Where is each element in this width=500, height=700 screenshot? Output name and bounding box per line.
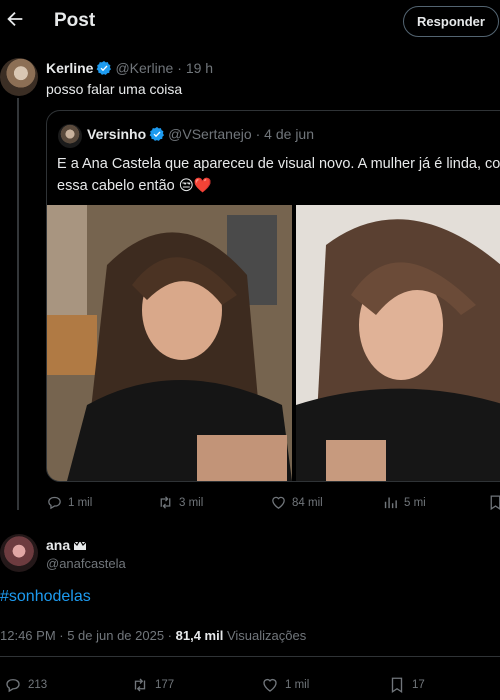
main-post-user-line: ana (46, 537, 87, 553)
reply-post-user-line: Kerline @Kerline · 19 h (46, 60, 213, 76)
quoted-post-time: · 4 de jun (255, 126, 314, 142)
repost-icon (160, 496, 171, 509)
main-repost-action[interactable]: 177 (131, 676, 174, 694)
analytics-icon (384, 497, 397, 509)
quoted-repost-action[interactable]: 3 mil (157, 494, 203, 511)
quoted-post-text-line2: essa cabelo então (57, 178, 175, 194)
reply-button[interactable]: Responder (403, 6, 499, 37)
reply-icon (6, 679, 20, 693)
photo-2-illustration (296, 205, 500, 481)
quoted-bookmark-action[interactable] (487, 494, 500, 511)
reply-icon (48, 496, 61, 510)
post-header: Post Responder (0, 0, 500, 44)
main-like-action[interactable]: 1 mil (261, 676, 309, 694)
main-post-meta: 12:46 PM · 5 de jun de 2025 · 81,4 mil V… (0, 628, 306, 643)
quoted-post-text-line2-wrap: essa cabelo então 😒❤️ (57, 175, 500, 197)
quoted-reply-count: 1 mil (68, 496, 93, 509)
repost-icon (134, 678, 146, 692)
main-post-handle[interactable]: @anafcastela (46, 556, 126, 571)
avatar-ana[interactable] (0, 534, 38, 572)
main-post-views-count: 81,4 mil (175, 628, 224, 643)
quoted-repost-count: 3 mil (179, 496, 204, 509)
quoted-reply-action[interactable]: 1 mil (46, 494, 92, 511)
crown-icon (73, 539, 87, 551)
bookmark-icon (391, 677, 403, 694)
photo-1-illustration (47, 205, 292, 481)
avatar-kerline[interactable] (0, 58, 38, 96)
reply-post-time: · 19 h (177, 60, 214, 76)
verified-badge-icon (96, 60, 112, 76)
quoted-post-user-line: Versinho @VSertanejo · 4 de jun (87, 126, 314, 142)
avatar-versinho[interactable] (58, 124, 82, 148)
main-reply-count: 213 (28, 679, 48, 691)
quoted-like-action[interactable]: 84 mil (270, 494, 323, 511)
main-repost-count: 177 (155, 679, 175, 691)
main-bookmark-count: 17 (412, 679, 425, 691)
thread-connector-line (17, 98, 19, 510)
quoted-views-action[interactable]: 5 mi (382, 494, 426, 511)
quoted-post-handle[interactable]: @VSertanejo (168, 126, 251, 142)
quoted-post-text-line1: E a Ana Castela que apareceu de visual n… (57, 156, 500, 172)
verified-badge-icon (149, 126, 165, 142)
main-reply-action[interactable]: 213 (4, 676, 47, 694)
quoted-post-card[interactable]: Versinho @VSertanejo · 4 de jun E a Ana … (46, 110, 500, 482)
quoted-views-count: 5 mi (404, 496, 426, 509)
heart-icon (272, 496, 285, 509)
quoted-post-display-name[interactable]: Versinho (87, 126, 146, 142)
arrow-left-icon[interactable] (4, 8, 26, 30)
reply-post-display-name[interactable]: Kerline (46, 60, 93, 76)
page-title: Post (54, 10, 96, 31)
main-bookmark-action[interactable]: 17 (388, 676, 425, 694)
main-post-display-name[interactable]: ana (46, 537, 70, 553)
quoted-post-photo-2[interactable] (296, 205, 500, 481)
quoted-like-count: 84 mil (292, 496, 323, 509)
main-post-views-label: Visualizações (226, 628, 307, 643)
quoted-post-text: E a Ana Castela que apareceu de visual n… (57, 153, 500, 197)
reply-post-text: posso falar uma coisa (46, 81, 183, 97)
heart-icon (263, 678, 277, 692)
bookmark-icon (490, 495, 500, 511)
reply-post-handle[interactable]: @Kerline (115, 60, 173, 76)
divider (0, 656, 500, 657)
main-post-hashtag[interactable]: #sonhodelas (0, 588, 91, 606)
quoted-post-photo-1[interactable] (47, 205, 292, 481)
main-like-count: 1 mil (285, 679, 310, 691)
main-post-timestamp[interactable]: 12:46 PM · 5 de jun de 2025 · (0, 628, 172, 643)
quoted-post-emojis: 😒❤️ (178, 178, 212, 194)
